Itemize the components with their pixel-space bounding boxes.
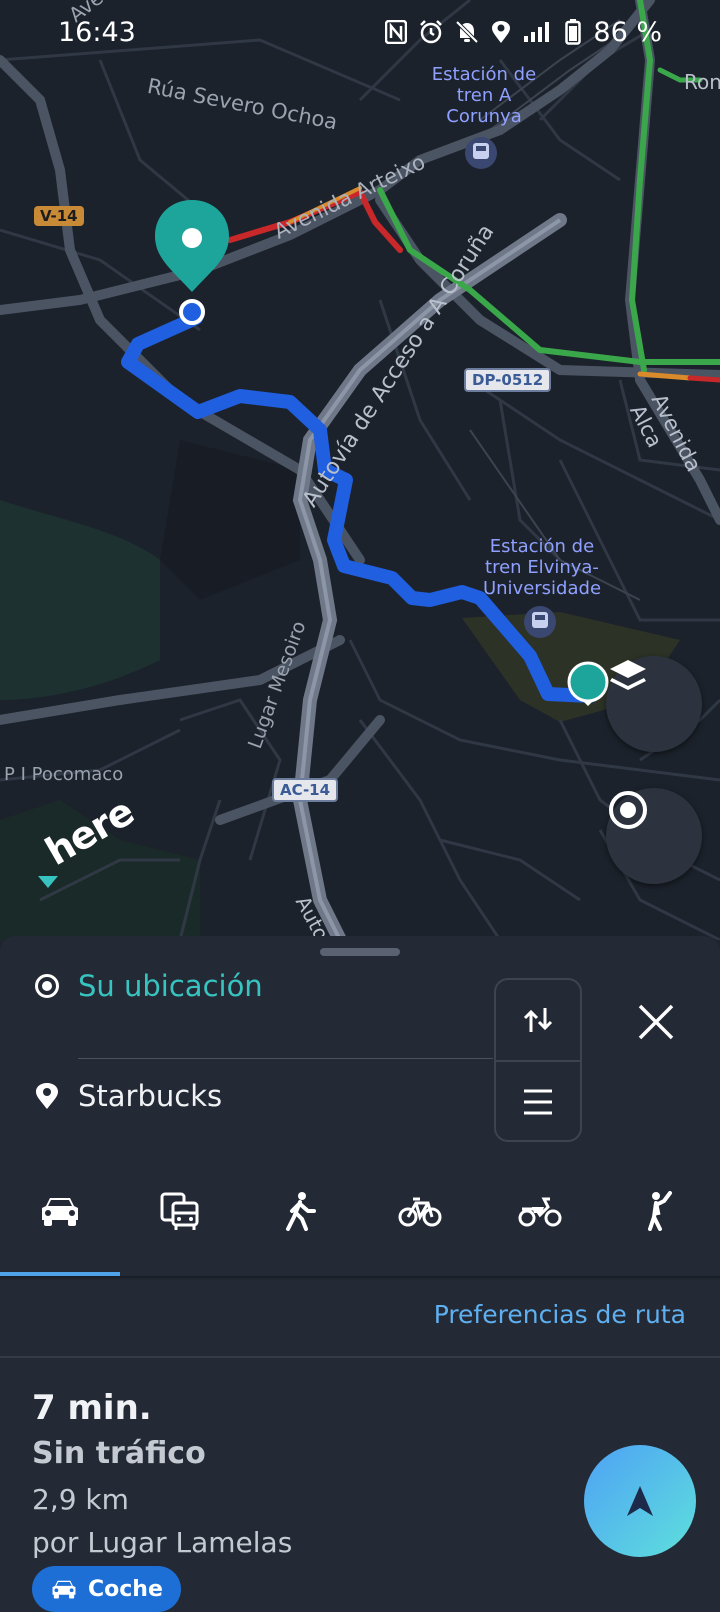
street-label-ron: Ron — [684, 70, 720, 94]
route-mode-chip: Coche — [32, 1566, 181, 1612]
stops-list-button[interactable] — [496, 1060, 580, 1142]
route-via: por Lugar Lamelas — [32, 1526, 293, 1559]
motorcycle-icon — [518, 1197, 562, 1227]
taxi-icon — [648, 1191, 672, 1231]
here-logo-triangle — [38, 876, 58, 888]
origin-marker — [179, 299, 205, 325]
train-station-icon-2 — [524, 606, 556, 638]
station-label-line: tren A — [456, 85, 512, 106]
battery-percent: 86 % — [593, 16, 662, 48]
my-location-button[interactable] — [606, 788, 702, 884]
bicycle-icon — [398, 1197, 442, 1227]
walk-icon — [286, 1192, 316, 1231]
area-label-pocomaco: P I Pocomaco — [4, 764, 124, 785]
start-navigation-button[interactable] — [584, 1445, 696, 1557]
status-time: 16:43 — [58, 16, 136, 48]
tab-car[interactable] — [0, 1166, 120, 1256]
train-station-icon-1 — [465, 137, 497, 169]
map-layers-button[interactable] — [606, 656, 702, 752]
transit-icon — [160, 1192, 199, 1230]
car-icon — [52, 1580, 76, 1599]
sheet-drag-handle[interactable] — [320, 948, 400, 956]
station-label-line: Estación de — [431, 64, 537, 85]
road-badge-dp0512: DP-0512 — [464, 368, 552, 392]
location-icon — [491, 20, 511, 44]
list-icon — [524, 1089, 552, 1115]
close-button[interactable] — [632, 998, 680, 1046]
close-icon — [638, 1004, 674, 1040]
tab-walk[interactable] — [240, 1166, 360, 1256]
battery-icon — [565, 19, 582, 45]
road-badge-ac14: AC-14 — [272, 778, 339, 802]
origin-field[interactable]: Su ubicación — [78, 969, 263, 1003]
alarm-icon — [419, 20, 443, 44]
destination-field[interactable]: Starbucks — [78, 1079, 222, 1113]
origin-target-icon — [35, 974, 59, 998]
route-mode-label: Coche — [88, 1576, 163, 1602]
map-view[interactable]: Avenida d Rúa Severo Ochoa Avenida Artei… — [0, 0, 720, 944]
station-label-line: Corunya — [446, 106, 522, 127]
tabs-divider — [0, 1276, 720, 1280]
swap-icon — [523, 1008, 553, 1032]
travel-mode-tabs — [0, 1166, 720, 1258]
route-preferences-link[interactable]: Preferencias de ruta — [434, 1300, 686, 1329]
station-label-a-corunya: Estación de tren A Corunya — [404, 64, 564, 127]
station-label-line: Estación de — [489, 536, 595, 557]
station-label-elvinya: Estación de tren Elvinya- Universidade — [462, 536, 622, 599]
field-divider — [78, 1058, 493, 1059]
route-duration: 7 min. — [32, 1388, 152, 1428]
tab-bicycle[interactable] — [360, 1166, 480, 1256]
navigation-arrow-icon — [627, 1486, 653, 1516]
nfc-icon — [385, 20, 408, 44]
destination-row[interactable]: Starbucks — [34, 1068, 222, 1124]
locate-icon — [609, 791, 647, 829]
route-traffic-status: Sin tráfico — [32, 1436, 206, 1471]
tab-transit[interactable] — [120, 1166, 240, 1256]
tab-taxi[interactable] — [600, 1166, 720, 1256]
mute-icon — [455, 20, 479, 44]
status-icons: 86 % — [385, 17, 662, 48]
status-bar: 16:43 86 % — [0, 0, 720, 64]
route-distance: 2,9 km — [32, 1483, 129, 1516]
station-label-line: tren Elvinya- — [485, 557, 599, 578]
station-label-line: Universidade — [482, 578, 602, 599]
origin-row[interactable]: Su ubicación — [34, 958, 263, 1014]
swap-button[interactable] — [496, 980, 580, 1060]
destination-pin-icon — [36, 1083, 58, 1109]
section-separator — [0, 1356, 720, 1358]
signal-icon — [523, 21, 553, 43]
layers-icon — [610, 660, 646, 690]
route-actions-group — [494, 978, 582, 1142]
car-icon — [42, 1198, 78, 1226]
road-badge-v14: V-14 — [34, 206, 84, 226]
tab-motorcycle[interactable] — [480, 1166, 600, 1256]
